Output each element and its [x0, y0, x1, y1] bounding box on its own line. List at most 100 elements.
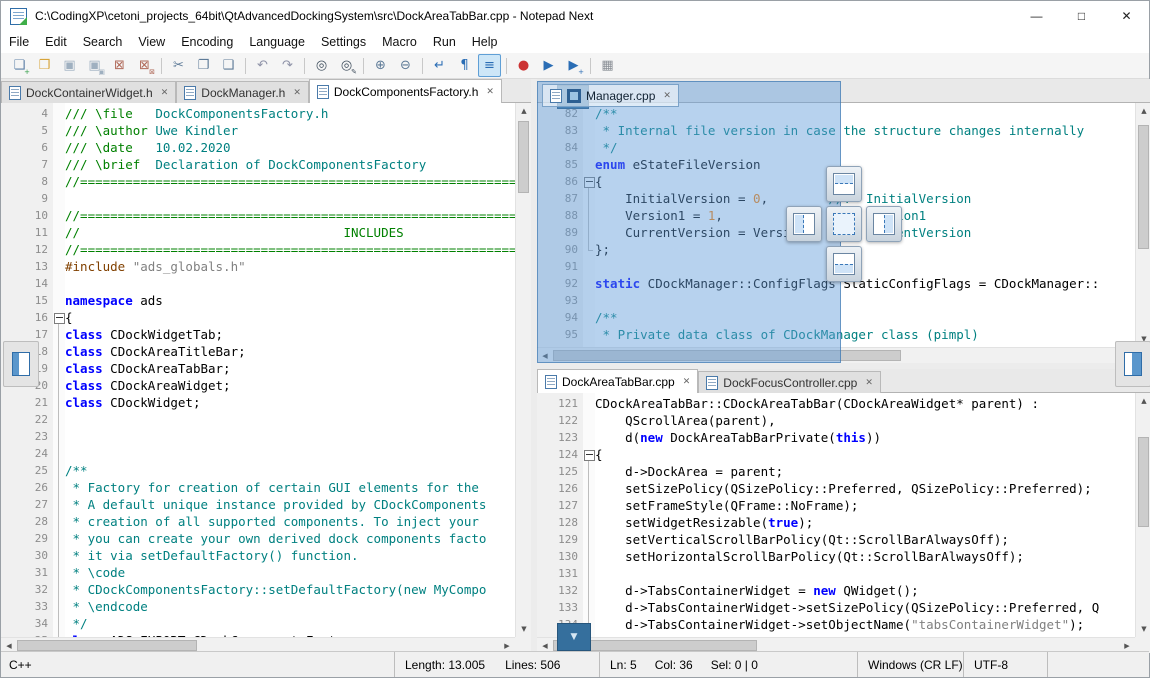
replace-button[interactable]: ◎✎ [335, 54, 358, 77]
menu-help[interactable]: Help [464, 31, 506, 53]
code-area[interactable]: CDockAreaTabBar::CDockAreaTabBar(CDockAr… [595, 393, 1150, 637]
drop-indicator-center[interactable] [826, 206, 862, 242]
macro-play-button[interactable]: ▶ [537, 54, 560, 77]
file-icon [184, 86, 196, 100]
fold-marker[interactable] [583, 446, 595, 463]
copy-button[interactable]: ❐ [192, 54, 215, 77]
code-area[interactable]: /// \file DockComponentsFactory.h/// \au… [65, 103, 531, 637]
menu-edit[interactable]: Edit [37, 31, 75, 53]
scroll-down-icon[interactable]: ▼ [1136, 621, 1150, 637]
code-line [65, 275, 531, 292]
open-file-button[interactable]: ❒ [33, 54, 56, 77]
menu-language[interactable]: Language [241, 31, 313, 53]
fold-margin-cell [53, 428, 65, 445]
drop-indicator-left[interactable] [786, 206, 822, 242]
menu-run[interactable]: Run [425, 31, 464, 53]
scrollbar-thumb[interactable] [17, 640, 197, 651]
scrollbar-thumb[interactable] [518, 121, 529, 193]
scroll-up-icon[interactable]: ▲ [1136, 103, 1150, 119]
auto-hide-tab-bottom[interactable]: ▼ [557, 623, 591, 651]
fold-margin-cell [583, 463, 595, 480]
paste-button[interactable]: ❑ [217, 54, 240, 77]
tab-DockComponentsFactory.h[interactable]: DockComponentsFactory.h✕ [309, 79, 502, 103]
tab-DockManager.h[interactable]: DockManager.h✕ [176, 81, 309, 103]
fold-margin-cell [53, 581, 65, 598]
scroll-up-icon[interactable]: ▲ [1136, 393, 1150, 409]
zoom-in-button[interactable]: ⊕ [369, 54, 392, 77]
auto-hide-tab-left[interactable] [3, 341, 39, 387]
app-icon [10, 8, 27, 25]
menu-encoding[interactable]: Encoding [173, 31, 241, 53]
indent-guide-button[interactable]: ≡ [478, 54, 501, 77]
fold-margin-cell [53, 207, 65, 224]
line-number-margin: 1211221231241251261271281291301311321331… [537, 393, 583, 637]
editor-dockareatabbar[interactable]: 1211221231241251261271281291301311321331… [537, 393, 1150, 637]
fold-margin-cell [53, 258, 65, 275]
scroll-up-icon[interactable]: ▲ [516, 103, 532, 119]
zoom-out-button[interactable]: ⊖ [394, 54, 417, 77]
copy-icon: ❐ [198, 59, 210, 72]
column-label: Col: 36 [655, 658, 693, 672]
zoom-in-icon: ⊕ [375, 59, 386, 72]
tab-DockFocusController.cpp[interactable]: DockFocusController.cpp✕ [698, 371, 881, 393]
close-tab-icon[interactable]: ✕ [486, 86, 494, 97]
menu-search[interactable]: Search [75, 31, 131, 53]
macro-run-multiple-button[interactable]: ▶+ [562, 54, 585, 77]
drop-indicator-top[interactable] [826, 166, 862, 202]
code-line: QScrollArea(parent), [595, 412, 1150, 429]
line-number: 24 [1, 445, 53, 462]
menu-view[interactable]: View [130, 31, 173, 53]
show-all-characters-button[interactable]: ¶ [453, 54, 476, 77]
close-file-button[interactable]: ⊠ [108, 54, 131, 77]
minimize-button[interactable]: — [1014, 1, 1059, 31]
code-line: d->TabsContainerWidget = new QWidget(); [595, 582, 1150, 599]
redo-button[interactable]: ↷ [276, 54, 299, 77]
vertical-scrollbar[interactable]: ▲ ▼ [515, 103, 531, 637]
find-button[interactable]: ◎ [310, 54, 333, 77]
close-button[interactable]: ✕ [1104, 1, 1149, 31]
macro-record-button[interactable]: ● [512, 54, 535, 77]
close-tab-icon[interactable]: ✕ [683, 376, 691, 387]
undo-button[interactable]: ↶ [251, 54, 274, 77]
cut-button[interactable]: ✂ [167, 54, 190, 77]
toolbar-separator [506, 58, 507, 74]
auto-hide-tab-right[interactable] [1115, 341, 1150, 387]
vertical-scrollbar[interactable]: ▲ ▼ [1135, 393, 1150, 637]
vertical-scrollbar[interactable]: ▲ ▼ [1135, 103, 1150, 347]
close-all-button[interactable]: ⊠⊠ [133, 54, 156, 77]
drop-indicator-bottom[interactable] [826, 246, 862, 282]
maximize-button[interactable]: □ [1059, 1, 1104, 31]
save-button[interactable]: ▣ [58, 54, 81, 77]
menu-file[interactable]: File [1, 31, 37, 53]
scroll-down-icon[interactable]: ▼ [516, 621, 532, 637]
new-file-button[interactable]: ❏+ [8, 54, 31, 77]
scrollbar-thumb[interactable] [1138, 437, 1149, 527]
fold-margin-cell [53, 292, 65, 309]
line-number: 126 [537, 480, 583, 497]
code-line: * CDockComponentsFactory::setDefaultFact… [65, 581, 531, 598]
menu-macro[interactable]: Macro [374, 31, 425, 53]
macro-run-multiple-icon: ▶ [569, 59, 579, 72]
status-cursor-position: Ln: 5 Col: 36 Sel: 0 | 0 [599, 652, 857, 677]
fold-margin-cell [583, 429, 595, 446]
fold-marker[interactable] [53, 309, 65, 326]
close-tab-icon[interactable]: ✕ [161, 87, 169, 98]
scrollbar-thumb[interactable] [1138, 125, 1149, 249]
code-line: class CDockAreaWidget; [65, 377, 531, 394]
drop-indicator-right[interactable] [866, 206, 902, 242]
menu-settings[interactable]: Settings [313, 31, 374, 53]
close-tab-icon[interactable]: ✕ [865, 377, 873, 388]
fold-margin-cell [53, 139, 65, 156]
word-wrap-button[interactable]: ↵ [428, 54, 451, 77]
tab-DockAreaTabBar.cpp[interactable]: DockAreaTabBar.cpp✕ [537, 369, 698, 393]
save-all-button[interactable]: ▣▣ [83, 54, 106, 77]
tab-DockContainerWidget.h[interactable]: DockContainerWidget.h✕ [1, 81, 176, 103]
code-line: d->TabsContainerWidget->setSizePolicy(QS… [595, 599, 1150, 616]
editor-dockcomponentsfactory[interactable]: 4567891011121314151617181920212223242526… [1, 103, 531, 637]
code-line: setHorizontalScrollBarPolicy(Qt::ScrollB… [595, 548, 1150, 565]
dock-panels-button[interactable]: ▦ [596, 54, 619, 77]
code-line: class CDockAreaTitleBar; [65, 343, 531, 360]
line-number: 129 [537, 531, 583, 548]
zoom-out-icon: ⊖ [400, 59, 411, 72]
close-tab-icon[interactable]: ✕ [293, 87, 301, 98]
